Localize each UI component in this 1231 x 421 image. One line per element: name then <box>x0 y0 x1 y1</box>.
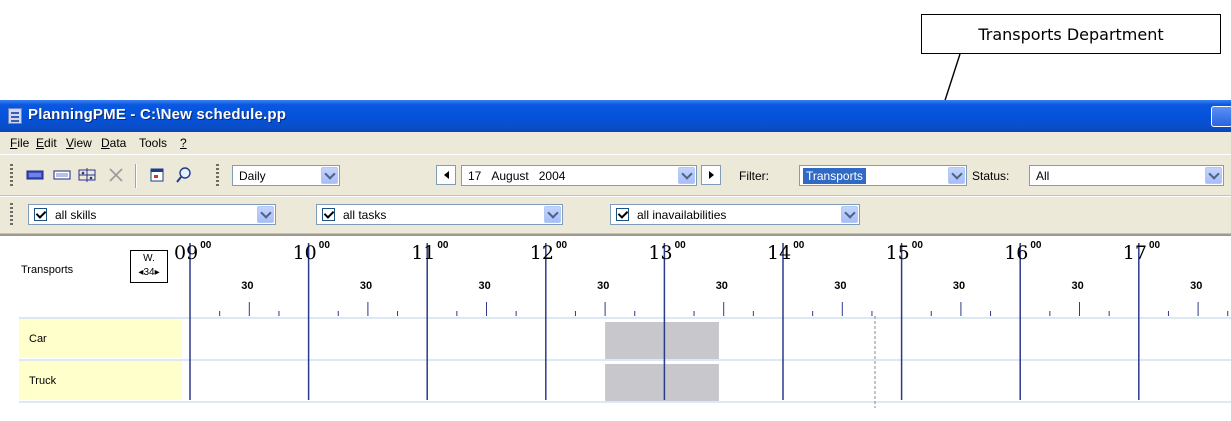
filter-toolbar: all skills all tasks all inavailabilitie… <box>0 196 1231 234</box>
tasks-select[interactable]: all tasks <box>316 204 563 225</box>
resource-name: Car <box>29 333 47 345</box>
delete-icon[interactable] <box>105 165 127 185</box>
task-view-icon[interactable] <box>51 165 73 185</box>
unavailability-icon[interactable] <box>76 165 98 185</box>
arrow-right-icon <box>708 171 714 179</box>
callout-box: Transports Department <box>921 14 1221 54</box>
task-block[interactable] <box>605 364 719 401</box>
half-hour-label: 30 <box>359 280 373 292</box>
tasks-value: all tasks <box>343 208 387 222</box>
view-mode-select[interactable]: Daily <box>232 165 340 186</box>
half-hour-label: 30 <box>834 280 847 292</box>
hour-label: 15 00 <box>885 240 923 264</box>
inavailabilities-select[interactable]: all inavailabilities <box>610 204 860 225</box>
week-label: W. <box>143 253 155 264</box>
previous-date-button[interactable] <box>436 165 456 185</box>
schedule-area: Transports W. ◂34▸ 09 00 30 10 00 30 11 00 30 12 0… <box>0 234 1231 419</box>
find-icon[interactable] <box>173 165 195 185</box>
title-bar: PlanningPME - C:\New schedule.pp <box>0 100 1231 132</box>
chevron-down-icon[interactable] <box>678 167 695 184</box>
week-selector[interactable]: W. ◂34▸ <box>130 250 168 283</box>
toolbar-grip[interactable] <box>216 164 219 188</box>
main-toolbar: Daily 17 August 2004 Filter: Transports … <box>0 154 1231 196</box>
window-icon[interactable] <box>146 165 168 185</box>
hour-label: 16 00 <box>1004 240 1042 264</box>
menu-tools[interactable]: Tools <box>139 136 167 150</box>
chevron-down-icon[interactable] <box>321 167 338 184</box>
toolbar-grip[interactable] <box>10 203 13 227</box>
next-date-button[interactable] <box>701 165 721 185</box>
window-title: PlanningPME - C:\New schedule.pp <box>28 106 287 123</box>
chevron-down-icon[interactable] <box>544 206 561 223</box>
filter-label: Filter: <box>739 169 769 183</box>
status-label: Status: <box>972 169 1010 183</box>
inavailabilities-value: all inavailabilities <box>637 208 727 222</box>
half-hour-label: 30 <box>478 280 491 292</box>
hour-label: 14 00 <box>767 240 805 264</box>
menu-data[interactable]: Data <box>101 136 126 150</box>
filter-select[interactable]: Transports <box>799 165 967 186</box>
hour-label: 10 00 <box>292 240 330 264</box>
menu-view[interactable]: View <box>66 136 92 150</box>
half-hour-label: 30 <box>1071 280 1084 292</box>
menu-edit[interactable]: Edit <box>36 136 57 150</box>
date-value: 17 August 2004 <box>468 169 566 183</box>
chevron-down-icon[interactable] <box>841 206 858 223</box>
skills-select[interactable]: all skills <box>28 204 276 225</box>
status-value: All <box>1036 169 1050 183</box>
resource-view-icon[interactable] <box>24 165 46 185</box>
checkbox-icon[interactable] <box>34 208 47 221</box>
hour-label: 09 00 <box>174 240 212 264</box>
half-hour-label: 30 <box>241 280 254 292</box>
skills-value: all skills <box>55 208 97 222</box>
chevron-down-icon[interactable] <box>1205 167 1222 184</box>
week-number[interactable]: ◂34▸ <box>131 267 167 278</box>
resource-name: Truck <box>29 375 57 387</box>
resource-row-label[interactable]: Truck <box>19 361 182 400</box>
menu-file[interactable]: File <box>10 136 29 150</box>
checkbox-icon[interactable] <box>616 208 629 221</box>
half-hour-label: 30 <box>952 280 966 292</box>
resource-row-label[interactable]: Car <box>19 319 182 358</box>
half-hour-label: 30 <box>597 280 610 292</box>
hour-label: 13 00 <box>648 240 686 264</box>
status-select[interactable]: All <box>1029 165 1224 186</box>
date-picker[interactable]: 17 August 2004 <box>461 165 697 186</box>
view-mode-value: Daily <box>239 169 266 183</box>
chevron-down-icon[interactable] <box>257 206 274 223</box>
half-hour-label: 30 <box>1190 280 1203 292</box>
hour-label: 12 00 <box>529 240 568 264</box>
window-control-button[interactable] <box>1211 106 1231 127</box>
hour-label: 17 00 <box>1122 240 1161 264</box>
arrow-left-icon <box>443 171 449 179</box>
task-block[interactable] <box>605 322 719 359</box>
half-hour-label: 30 <box>715 280 728 292</box>
menu-bar: File Edit View Data Tools ? <box>0 132 1231 154</box>
chevron-down-icon[interactable] <box>948 167 965 184</box>
toolbar-separator <box>135 164 137 188</box>
checkbox-icon[interactable] <box>322 208 335 221</box>
hour-label: 11 00 <box>411 240 449 264</box>
group-label: Transports <box>21 264 74 276</box>
app-icon <box>8 108 22 124</box>
toolbar-grip[interactable] <box>10 164 13 188</box>
filter-value: Transports <box>802 167 867 185</box>
menu-help[interactable]: ? <box>180 136 187 150</box>
